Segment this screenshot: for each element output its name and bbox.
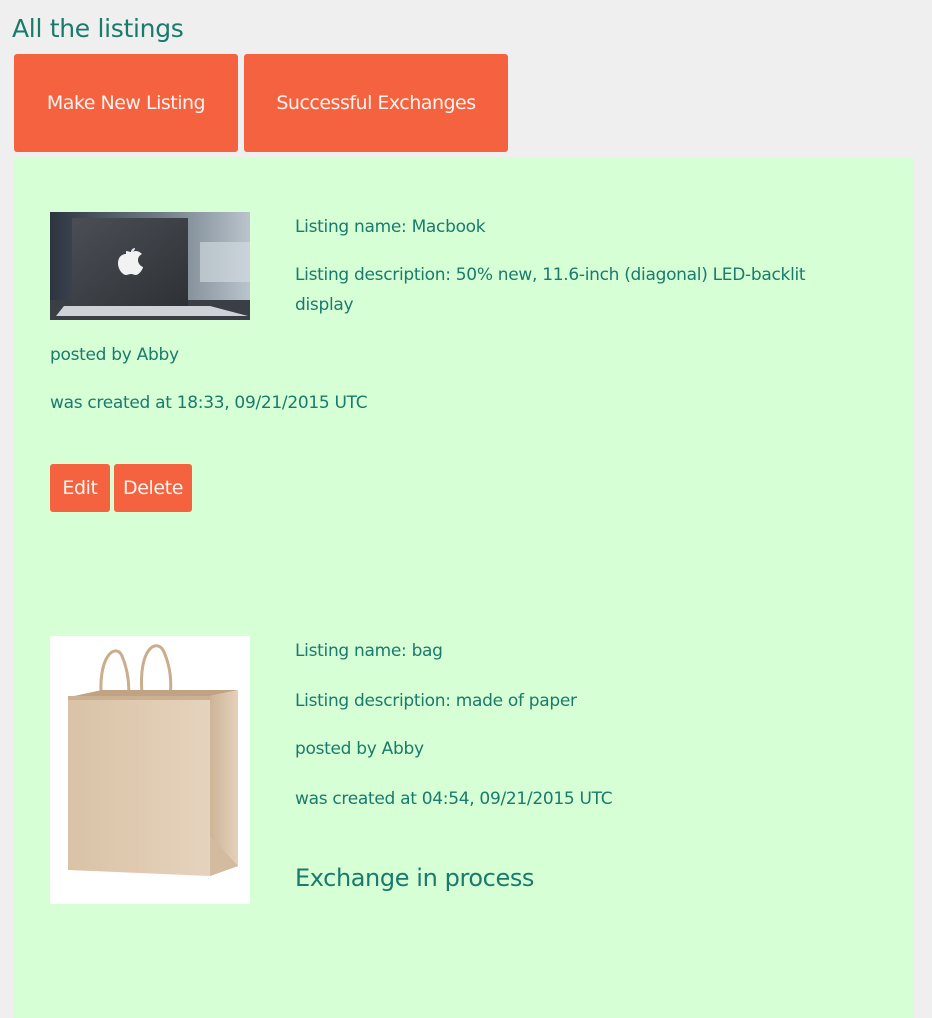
created-at-label: was created at bbox=[295, 789, 417, 809]
listing-image-macbook bbox=[50, 212, 250, 320]
posted-by-value: Abby bbox=[136, 345, 179, 365]
created-at-value: 04:54, 09/21/2015 UTC bbox=[421, 789, 613, 809]
posted-by-line: posted by Abby bbox=[295, 734, 424, 764]
make-new-listing-button[interactable]: Make New Listing bbox=[14, 54, 238, 152]
created-at-line: was created at 18:33, 09/21/2015 UTC bbox=[50, 388, 368, 418]
listing-description-label: Listing description: bbox=[295, 691, 451, 711]
listing-description-value: made of paper bbox=[455, 691, 577, 711]
created-at-value: 18:33, 09/21/2015 UTC bbox=[176, 393, 368, 413]
delete-button[interactable]: Delete bbox=[114, 464, 192, 512]
listing-name-line: Listing name: Macbook bbox=[295, 212, 486, 242]
listing-name-label: Listing name: bbox=[295, 217, 407, 237]
exchange-status: Exchange in process bbox=[295, 864, 535, 892]
listing-name-value: bag bbox=[411, 641, 443, 661]
created-at-line: was created at 04:54, 09/21/2015 UTC bbox=[295, 784, 613, 814]
listing-name-value: Macbook bbox=[411, 217, 486, 237]
listing-name-label: Listing name: bbox=[295, 641, 407, 661]
listings-panel: Listing name: Macbook Listing descriptio… bbox=[14, 158, 914, 1018]
edit-button[interactable]: Edit bbox=[50, 464, 110, 512]
listing-name-line: Listing name: bag bbox=[295, 636, 443, 666]
posted-by-line: posted by Abby bbox=[50, 340, 179, 370]
created-at-label: was created at bbox=[50, 393, 172, 413]
listing-description-line: Listing description: 50% new, 11.6-inch … bbox=[295, 260, 835, 320]
listing-image-bag bbox=[50, 636, 250, 904]
listing-description-label: Listing description: bbox=[295, 265, 451, 285]
successful-exchanges-button[interactable]: Successful Exchanges bbox=[244, 54, 508, 152]
posted-by-label: posted by bbox=[50, 345, 132, 365]
posted-by-value: Abby bbox=[381, 739, 424, 759]
posted-by-label: posted by bbox=[295, 739, 377, 759]
page-title: All the listings bbox=[12, 14, 184, 43]
listing-description-line: Listing description: made of paper bbox=[295, 686, 577, 716]
